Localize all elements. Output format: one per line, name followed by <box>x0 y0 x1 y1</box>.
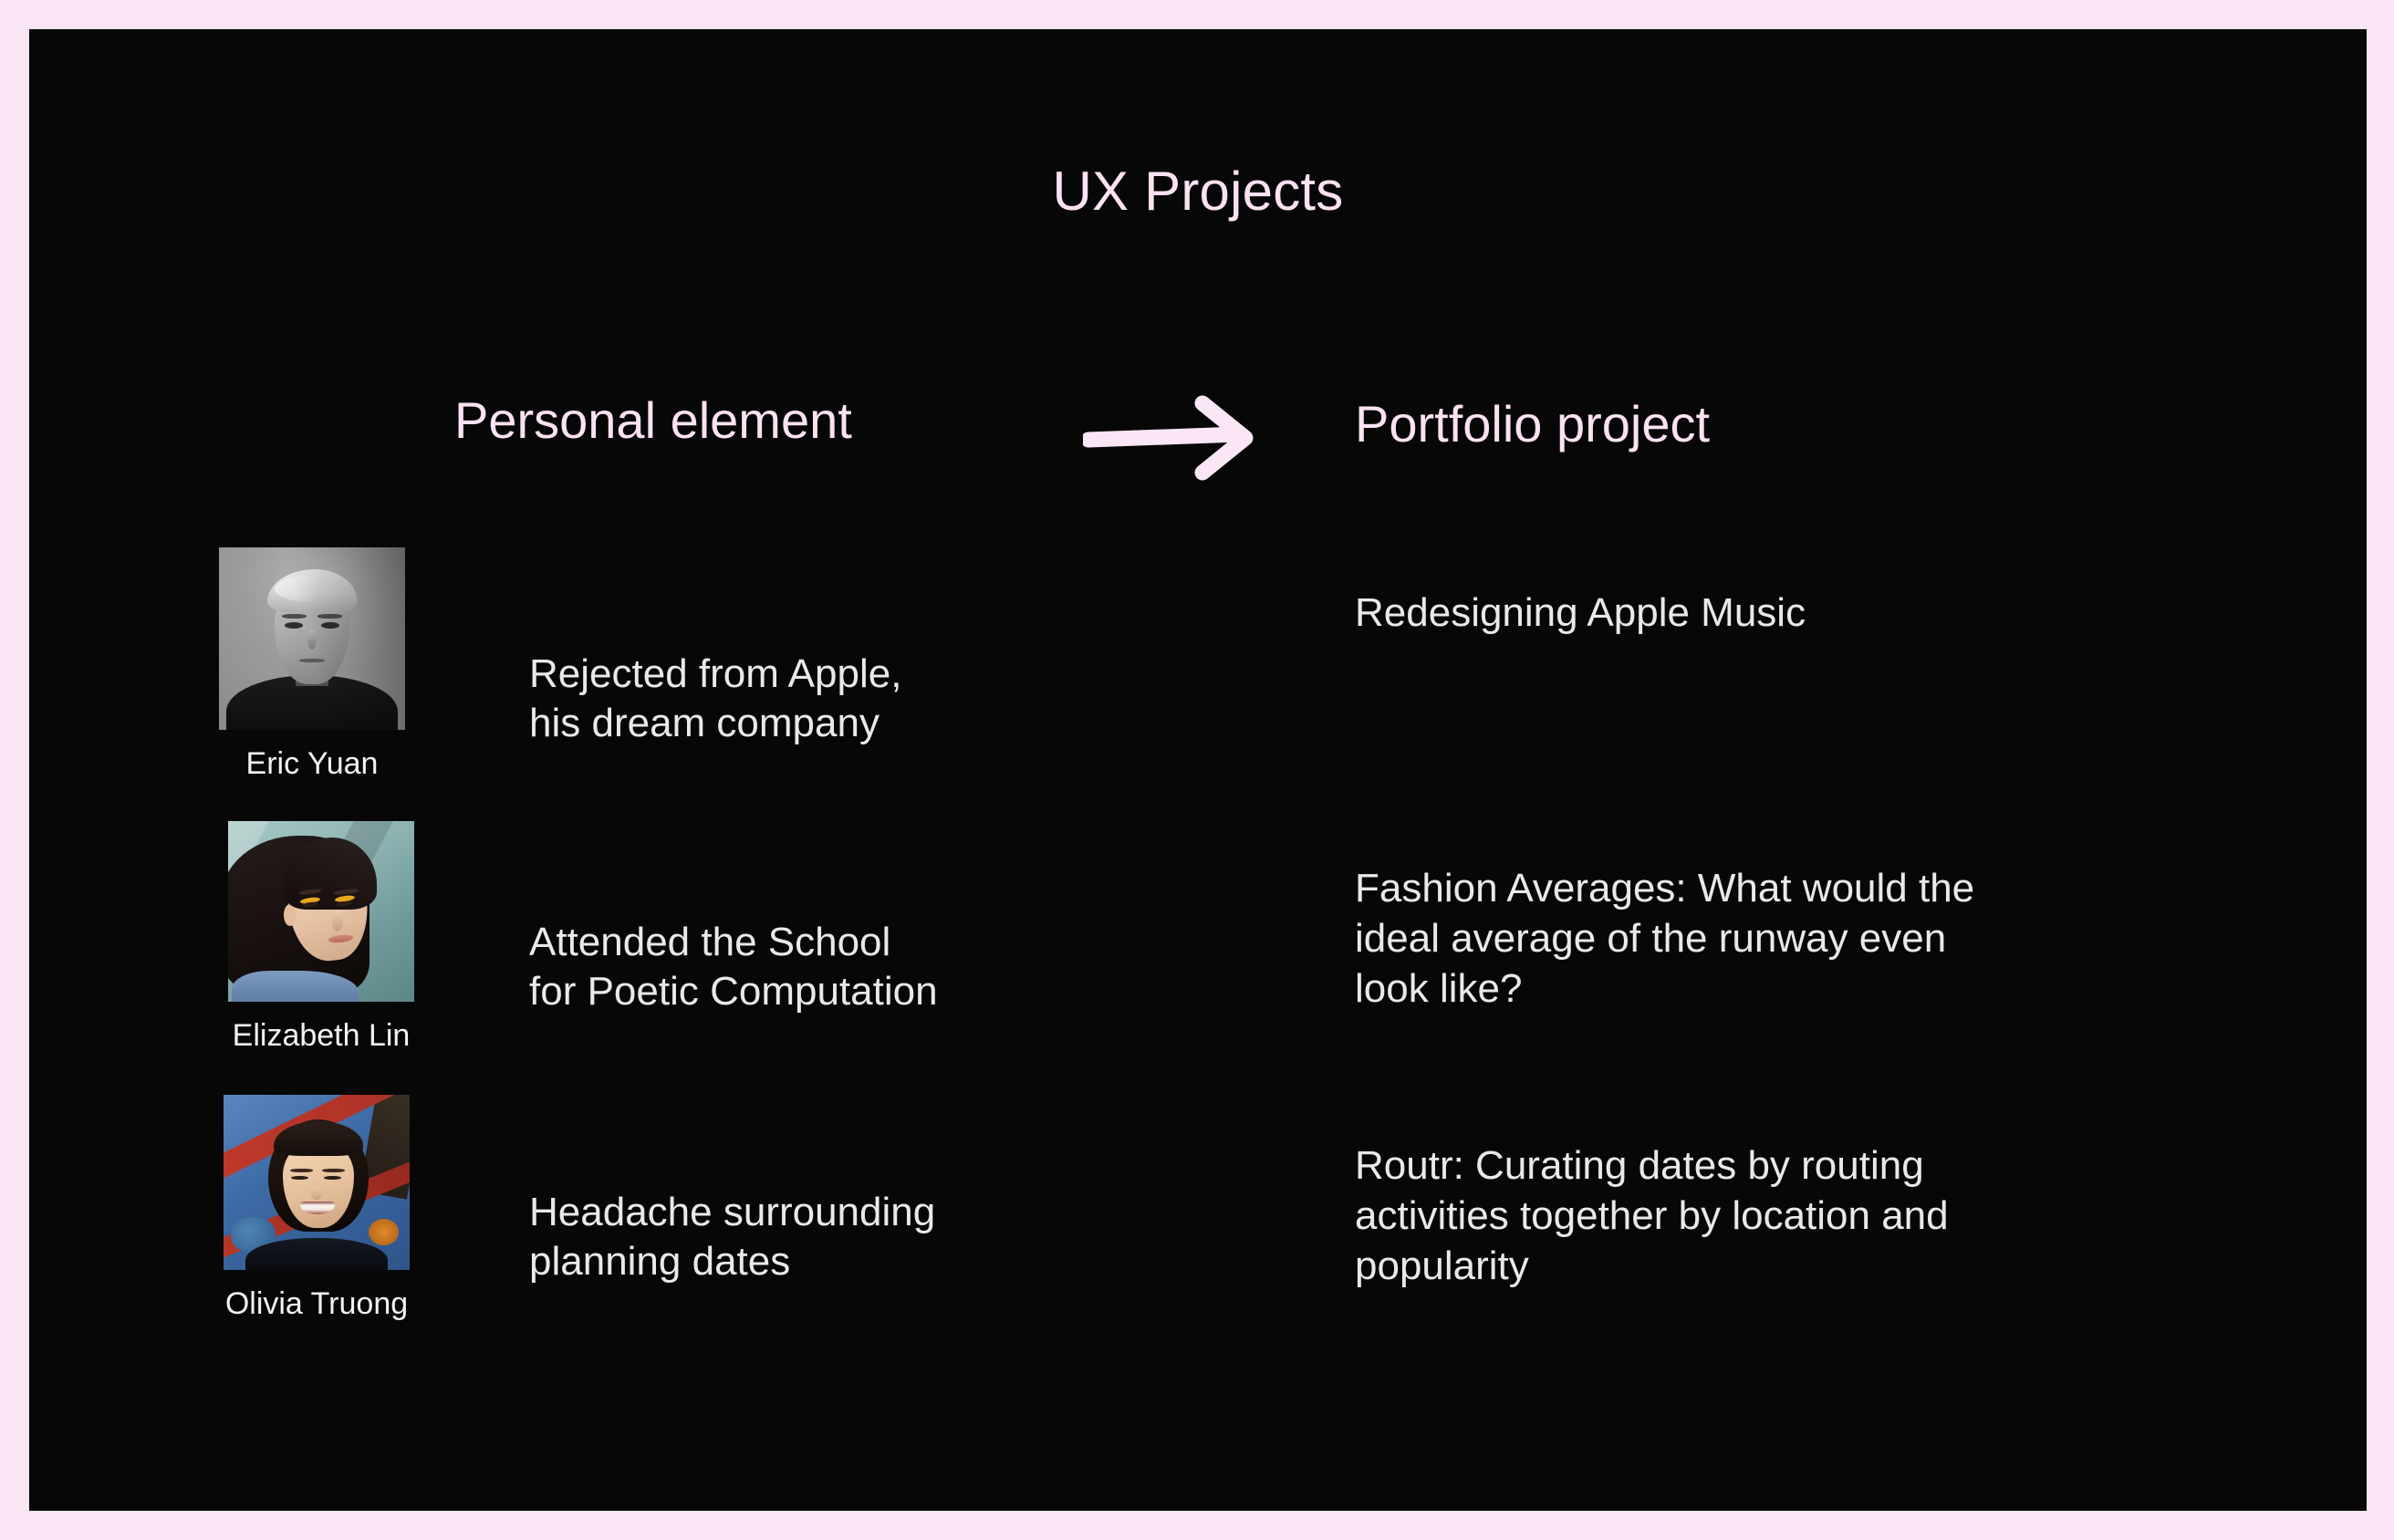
portfolio-project-line: ideal average of the runway even <box>1355 916 1947 961</box>
portfolio-project-line: Redesigning Apple Music <box>1355 590 1806 635</box>
projects-table: Eric Yuan Rejected from Apple, his dream… <box>29 29 2367 1511</box>
person-name: Olivia Truong <box>224 1286 409 1321</box>
personal-element-line: for Poetic Computation <box>529 968 938 1014</box>
portfolio-project-text: Fashion Averages: What would the ideal a… <box>1355 863 2194 1014</box>
portfolio-project-text: Routr: Curating dates by routing activit… <box>1355 1140 2194 1291</box>
photo-mural-circle <box>369 1219 399 1246</box>
photo-shading <box>219 547 405 730</box>
portfolio-project-line: Fashion Averages: What would the <box>1355 866 1975 910</box>
portfolio-project-text: Redesigning Apple Music <box>1355 588 2194 638</box>
portfolio-project-line: activities together by location and <box>1355 1193 1949 1238</box>
person-name: Elizabeth Lin <box>232 1018 411 1053</box>
person-block: Eric Yuan <box>166 547 458 782</box>
photo-brow-right <box>322 1168 345 1173</box>
avatar <box>224 1095 410 1270</box>
avatar <box>228 821 414 1002</box>
personal-element-text: Rejected from Apple, his dream company <box>529 650 1113 747</box>
photo-brow-left <box>290 1168 313 1173</box>
personal-element-line: planning dates <box>529 1238 791 1284</box>
personal-element-line: Headache surrounding <box>529 1190 936 1234</box>
personal-element-line: Rejected from Apple, <box>529 651 902 696</box>
personal-element-text: Headache surrounding planning dates <box>529 1188 1113 1285</box>
slide-panel: UX Projects Personal element Portfolio p… <box>29 29 2367 1511</box>
table-row: Olivia Truong Headache surrounding plann… <box>29 1095 2367 1368</box>
portfolio-project-line: popularity <box>1355 1243 1529 1288</box>
photo-jacket <box>232 971 359 1002</box>
personal-element-line: his dream company <box>529 700 880 745</box>
personal-element-text: Attended the School for Poetic Computati… <box>529 918 1113 1015</box>
portfolio-project-line: Routr: Curating dates by routing <box>1355 1143 1924 1188</box>
portfolio-project-line: look like? <box>1355 966 1523 1011</box>
photo-shirt <box>245 1238 388 1270</box>
person-name: Eric Yuan <box>245 746 379 781</box>
table-row: Elizabeth Lin Attended the School for Po… <box>29 821 2367 1095</box>
photo-nose <box>310 1185 323 1201</box>
personal-element-line: Attended the School <box>529 920 891 964</box>
avatar <box>219 547 405 730</box>
slide-frame: UX Projects Personal element Portfolio p… <box>0 0 2394 1540</box>
table-row: Eric Yuan Rejected from Apple, his dream… <box>29 547 2367 821</box>
person-block: Elizabeth Lin <box>175 821 467 1054</box>
person-block: Olivia Truong <box>171 1095 463 1322</box>
